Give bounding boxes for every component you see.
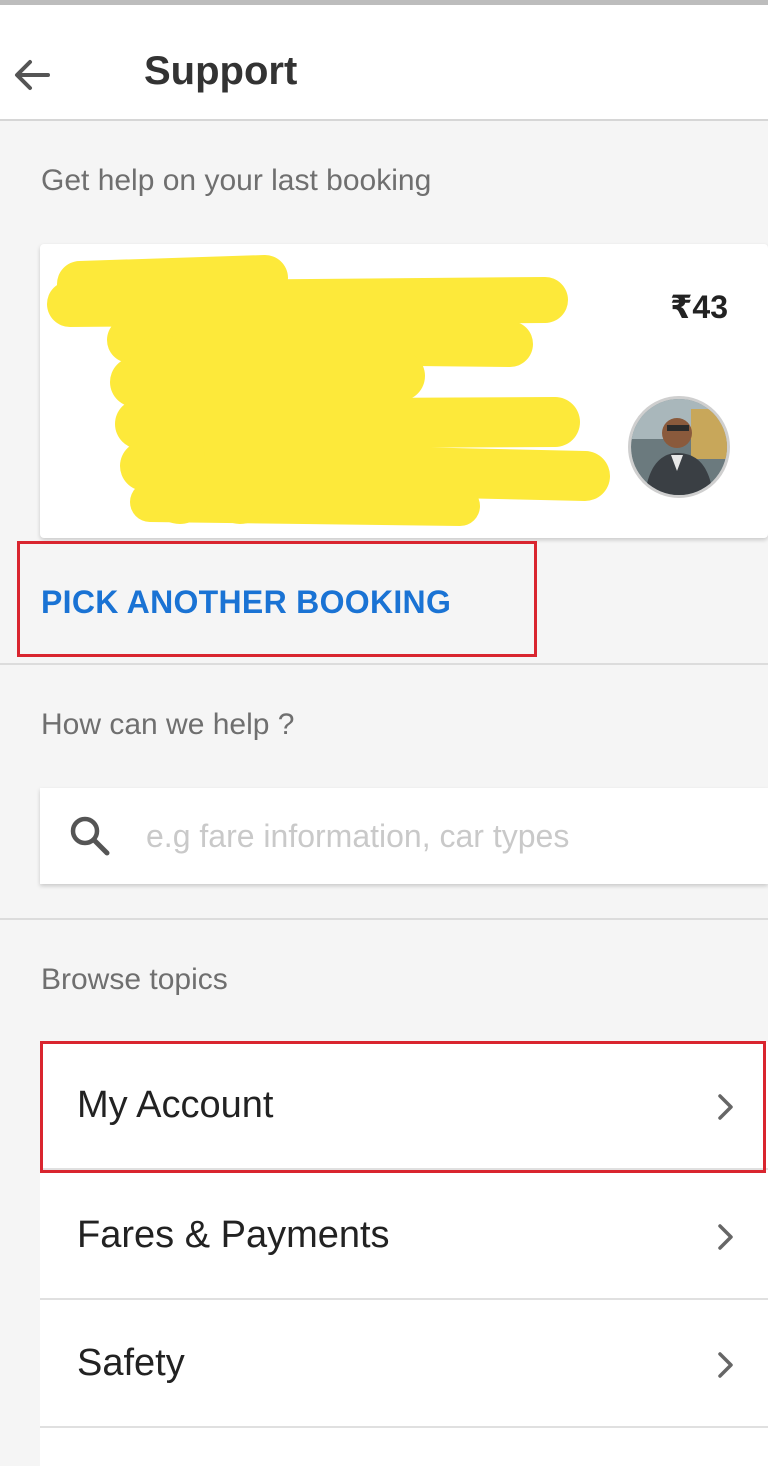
pick-another-booking-label: PICK ANOTHER BOOKING [41,584,452,620]
help-search-box[interactable] [40,788,768,884]
help-search-input[interactable] [146,810,746,862]
app-bar: Support [0,5,768,121]
chevron-right-icon [718,1224,733,1250]
section-divider [0,663,768,665]
chevron-right-icon [718,1352,733,1378]
browse-topics-heading: Browse topics [41,963,228,996]
topic-label: My Account [77,1084,274,1126]
back-button[interactable] [10,53,54,97]
arrow-left-icon [15,60,50,90]
booking-fare: ₹43 [670,289,728,325]
topic-label: Safety [77,1342,185,1384]
last-booking-card[interactable]: ₹43 [40,244,768,538]
topic-my-account[interactable]: My Account [40,1042,768,1170]
driver-avatar [628,396,730,498]
help-heading: How can we help ? [41,708,295,741]
redaction-scribble [47,255,610,526]
magnifier-icon [70,816,110,856]
chevron-right-icon [718,1094,733,1120]
last-booking-heading: Get help on your last booking [41,164,432,197]
page-title: Support [144,49,298,93]
section-divider [0,918,768,920]
pick-another-booking-link[interactable]: PICK ANOTHER BOOKING [17,541,537,657]
topic-list: My Account Fares & Payments Safety [40,1042,768,1466]
topic-label: Fares & Payments [77,1214,390,1256]
topic-safety[interactable]: Safety [40,1300,768,1428]
topic-fares-payments[interactable]: Fares & Payments [40,1172,768,1300]
